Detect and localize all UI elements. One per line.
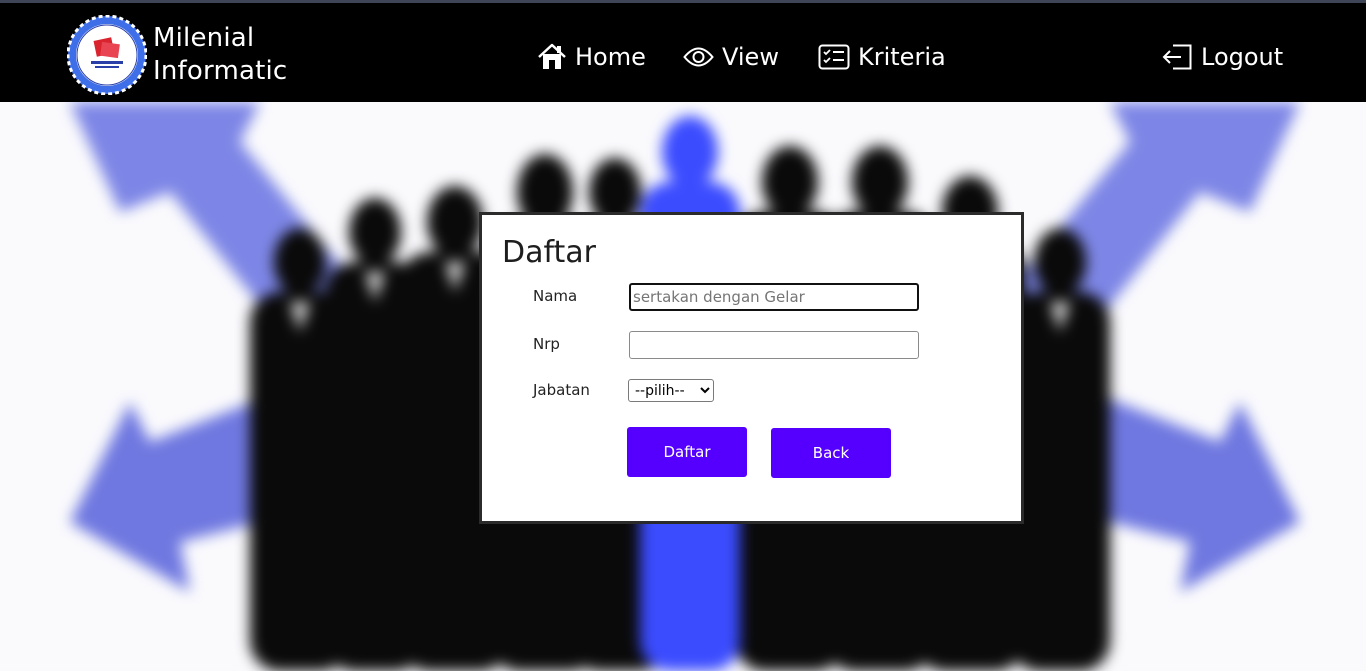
nav-logout[interactable]: Logout <box>1161 43 1283 71</box>
university-seal-icon <box>67 15 147 95</box>
nav-kriteria-label: Kriteria <box>858 43 946 71</box>
jabatan-label: Jabatan <box>533 381 590 399</box>
back-button[interactable]: Back <box>771 428 891 478</box>
home-icon <box>538 43 566 69</box>
eye-icon <box>683 47 714 67</box>
nav-home-label: Home <box>575 43 646 71</box>
brand[interactable]: Milenial Informatic <box>67 15 287 95</box>
top-navbar: Milenial Informatic Home View Kriteria L… <box>0 0 1366 102</box>
nav-logout-label: Logout <box>1201 43 1284 71</box>
daftar-button[interactable]: Daftar <box>627 427 747 477</box>
nav-view[interactable]: View <box>683 43 779 71</box>
brand-line-2: Informatic <box>153 56 288 86</box>
jabatan-select[interactable]: --pilih-- <box>628 379 714 402</box>
nama-label: Nama <box>533 287 578 305</box>
nama-input[interactable] <box>629 283 919 311</box>
brand-line-1: Milenial <box>153 23 255 53</box>
nav-kriteria[interactable]: Kriteria <box>818 43 946 71</box>
logout-icon <box>1162 44 1192 70</box>
checklist-icon <box>818 44 850 70</box>
nrp-label: Nrp <box>533 335 560 353</box>
nav-home[interactable]: Home <box>537 43 646 71</box>
register-form-card: Daftar Nama Nrp Jabatan --pilih-- Daftar… <box>479 212 1024 524</box>
nrp-input[interactable] <box>629 331 919 359</box>
form-title: Daftar <box>502 235 596 270</box>
nav-view-label: View <box>722 43 779 71</box>
